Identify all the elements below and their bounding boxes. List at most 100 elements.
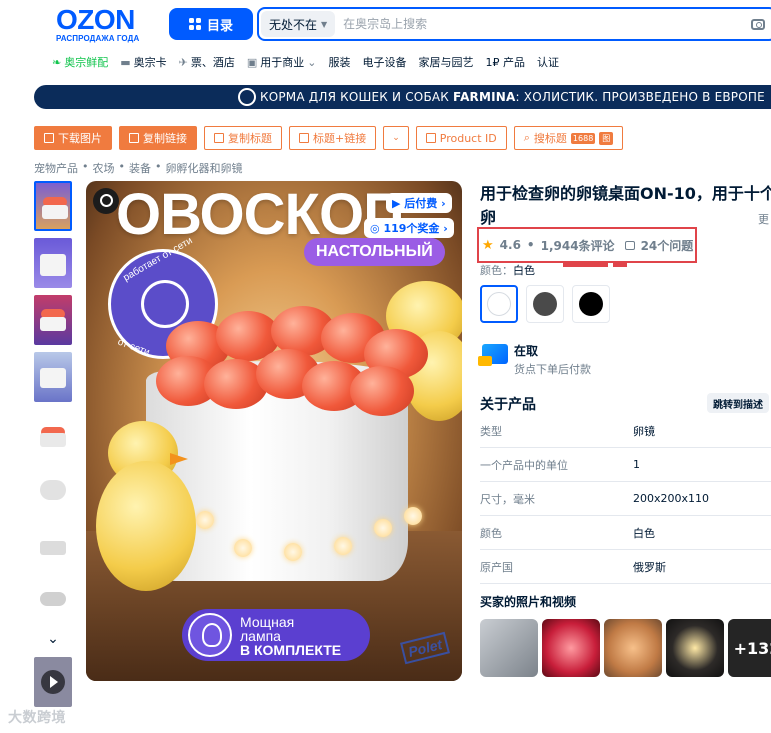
button-label: 标题+链接 [313,132,367,145]
subnav-label: 认证 [536,56,559,69]
light-hole [374,519,392,537]
swatch-gray[interactable] [526,285,564,323]
color-label: 颜色：白色 [480,262,535,278]
spec-value: 卵镜 [633,424,655,438]
thumbnail-strip: ⌄ [34,181,76,714]
title-link-dropdown[interactable]: ⌄ [383,126,409,150]
subnav-item-business[interactable]: ▣ 用于商业 ⌄ [247,54,317,70]
subnav-item-1rub[interactable]: 1₽ 产品 [485,54,525,70]
more-link[interactable]: 更 [758,211,769,227]
ozon-logo[interactable]: OZON РАСПРОДАЖА ГОДА [56,6,160,44]
rating-summary: ★ 4.6 • 1,944条评论 24个问题 [477,227,697,263]
subnav-label: 用于商业 [260,56,305,69]
sub-navigation: ❧ 奥宗鲜配 ▬ 奥宗卡 ✈ 票、酒店 ▣ 用于商业 ⌄ 服装 电子设备 家居与园艺 1₽… [52,54,559,70]
subnav-item-home[interactable]: 家居与园艺 [418,54,473,70]
chevron-down-icon: ⌄ [392,133,400,143]
subnav-label: 票、酒店 [190,56,235,69]
subnav-label: 电子设备 [362,56,407,69]
subnav-label: 1₽ 产品 [485,56,525,69]
thumbnail-4[interactable] [34,352,72,402]
subnav-item-travel[interactable]: ✈ 票、酒店 [179,54,235,70]
swatch-black[interactable] [572,285,610,323]
chevron-down-icon: ▼ [321,19,328,29]
buyer-photo-more[interactable]: +132 [728,619,771,677]
logo-subtitle: РАСПРОДАЖА ГОДА [56,34,140,43]
banner-brand: FARMINA [453,90,516,104]
breadcrumb-sep: • [118,160,126,173]
light-hole [284,543,302,561]
breadcrumb: 宠物产品 • 农场 • 装备 • 卵孵化器和卵镜 [34,160,243,176]
search-bar: 无处不在 ▼ [257,7,771,41]
zoom-icon[interactable] [93,188,119,214]
thumbnail-2[interactable] [34,238,72,288]
subnav-item-card[interactable]: ▬ 奥宗卡 [120,54,166,70]
pickup-payment-info: 在取 货点下单后付款 [478,342,591,377]
buyer-media-heading: 买家的照片和视频 [480,595,577,609]
spec-key: 原产国 [480,560,513,574]
plugin-toolbar: 下载图片 复制链接 复制标题 标题+链接 ⌄ Product ID ⌕ 搜标题 16… [34,126,624,150]
buyer-photo[interactable] [604,619,662,677]
button-label: 复制链接 [143,132,187,145]
copy-title-button[interactable]: 复制标题 [204,126,282,150]
spec-key: 类型 [480,424,502,438]
egg [350,366,414,416]
hero-pill: НАСТОЛЬНЫЙ [304,238,445,266]
thumbnail-1[interactable] [34,181,72,231]
grid-icon [188,18,201,30]
search-scope-select[interactable]: 无处不在 ▼ [261,11,336,37]
camera-icon[interactable] [751,18,765,30]
color-label-key: 颜色： [480,264,513,277]
subnav-item-fresh[interactable]: ❧ 奥宗鲜配 [52,54,108,70]
breadcrumb-item[interactable]: 农场 [93,160,115,176]
plug-icon [141,280,189,328]
search-input[interactable] [335,17,751,31]
spec-row: 颜色 白色 [480,516,771,550]
search-scope-label: 无处不在 [269,17,318,32]
button-label: 复制标题 [228,132,272,145]
color-swatches [480,285,610,323]
subnav-item-clothing[interactable]: 服装 [328,54,350,70]
farmina-logo-icon [238,88,256,106]
title-link-button[interactable]: 标题+链接 [289,126,377,150]
chevron-down-icon[interactable]: ⌄ [34,631,72,649]
image-icon [44,133,54,143]
subnav-item-electronics[interactable]: 电子设备 [362,54,406,70]
plane-icon: ✈ [178,55,188,69]
subnav-label: 家居与园艺 [418,56,474,69]
lamp-line-2: лампа [240,628,281,644]
subnav-label: 奥宗鲜配 [64,56,109,69]
breadcrumb-item[interactable]: 卵孵化器和卵镜 [166,160,243,176]
source-1688-badge[interactable]: 1688 [570,132,596,144]
breadcrumb-item[interactable]: 装备 [129,160,151,176]
buyer-photo[interactable] [480,619,538,677]
catalog-button[interactable]: 目录 [169,8,253,40]
swatch-white[interactable] [480,285,518,323]
reviews-link[interactable]: 1,944条评论 [541,237,615,254]
promo-banner[interactable]: КОРМА ДЛЯ КОШЕК И СОБАК FARMINA: ХОЛИСТИ… [34,85,771,109]
lightbulb-icon [188,613,232,657]
jump-to-description-button[interactable]: 跳转到描述 [707,393,769,413]
thumbnail-7[interactable] [34,523,72,573]
thumbnail-video[interactable] [34,657,72,707]
download-images-button[interactable]: 下载图片 [34,126,112,150]
light-hole [334,537,352,555]
thumbnail-8[interactable] [34,580,72,630]
subnav-item-certified[interactable]: 认证 [537,54,559,70]
search-title-button[interactable]: ⌕ 搜标题 1688 图 [513,126,624,150]
breadcrumb-item[interactable]: 宠物产品 [34,160,78,176]
thumbnail-5[interactable] [34,409,72,459]
button-label: 下载图片 [58,132,102,145]
buyer-photo[interactable] [542,619,600,677]
product-id-button[interactable]: Product ID [415,126,507,150]
copy-link-button[interactable]: 复制链接 [119,126,197,150]
image-search-badge[interactable]: 图 [599,131,614,145]
main-product-image[interactable]: ОВОСКОП ▶ 后付费 › ◎ 119个奖金 › НАСТОЛЬНЫЙ ра… [86,181,462,681]
rating-value: 4.6 [499,238,521,252]
bonus-label: 119个奖金 [383,222,440,235]
buyer-photo[interactable] [666,619,724,677]
thumbnail-6[interactable] [34,466,72,516]
thumbnail-3[interactable] [34,295,72,345]
chevron-down-icon: ⌄ [307,55,317,69]
questions-link[interactable]: 24个问题 [641,237,694,254]
chick-left-body [96,461,196,591]
